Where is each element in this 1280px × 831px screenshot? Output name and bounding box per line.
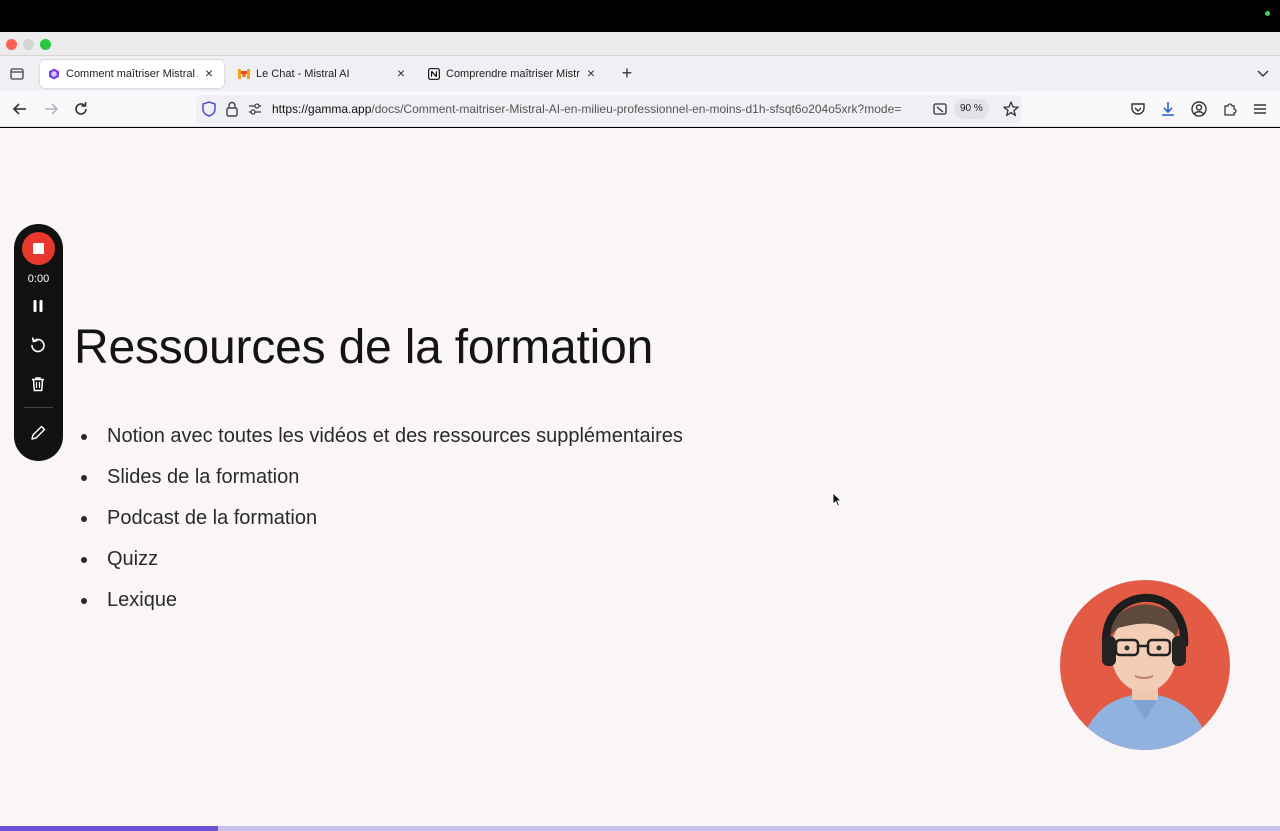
webcam-overlay <box>1060 580 1230 750</box>
tab-gamma[interactable]: Comment maîtriser Mistral AI en milieu p… <box>40 60 224 88</box>
close-tab-icon[interactable]: × <box>394 66 408 81</box>
reader-view-icon[interactable] <box>932 101 948 117</box>
window-titlebar <box>0 32 1280 56</box>
close-tab-icon[interactable]: × <box>584 66 598 81</box>
recording-timer: 0:00 <box>27 273 50 285</box>
trash-icon[interactable] <box>29 375 47 393</box>
slide-title: Ressources de la formation <box>74 321 654 374</box>
pause-icon[interactable] <box>29 297 47 315</box>
tab-notion[interactable]: Comprendre maîtriser Mistral AI × <box>420 60 606 88</box>
close-tab-icon[interactable]: × <box>202 66 216 81</box>
list-item: Lexique <box>80 585 683 626</box>
restart-icon[interactable] <box>29 335 47 353</box>
tab-label: Le Chat - Mistral AI <box>256 68 350 80</box>
tab-bar: Comment maîtriser Mistral AI en milieu p… <box>0 56 1280 91</box>
screen-top-bar <box>0 0 1280 32</box>
video-progress-bar[interactable] <box>0 826 1280 831</box>
account-icon[interactable] <box>1190 100 1208 118</box>
pocket-icon[interactable] <box>1129 100 1147 118</box>
tab-list-icon[interactable] <box>8 65 26 83</box>
gamma-icon <box>48 68 60 80</box>
mistral-icon <box>238 68 250 80</box>
minimize-window-button[interactable] <box>23 39 34 50</box>
notion-icon <box>428 68 440 80</box>
tab-label: Comment maîtriser Mistral AI en milieu p… <box>66 68 198 80</box>
url-bar[interactable]: https://gamma.app/docs/Comment-maitriser… <box>196 95 1022 123</box>
resource-list: Notion avec toutes les vidéos et des res… <box>80 421 683 626</box>
list-item: Podcast de la formation <box>80 503 683 544</box>
forward-arrow-icon[interactable] <box>42 100 60 118</box>
tab-le-chat[interactable]: Le Chat - Mistral AI × <box>230 60 416 88</box>
star-bookmark-icon[interactable] <box>1002 100 1020 118</box>
navigation-toolbar: https://gamma.app/docs/Comment-maitriser… <box>0 91 1280 127</box>
menu-icon[interactable] <box>1251 100 1269 118</box>
fullscreen-window-button[interactable] <box>40 39 51 50</box>
chevron-down-icon[interactable] <box>1256 66 1270 80</box>
extensions-icon[interactable] <box>1221 100 1239 118</box>
list-item: Quizz <box>80 544 683 585</box>
list-item: Slides de la formation <box>80 462 683 503</box>
video-progress-fill <box>0 826 218 831</box>
camera-indicator <box>1265 11 1270 16</box>
download-icon[interactable] <box>1159 100 1177 118</box>
new-tab-button[interactable]: + <box>618 64 636 83</box>
back-arrow-icon[interactable] <box>11 100 29 118</box>
shield-icon[interactable] <box>201 100 217 118</box>
tab-label: Comprendre maîtriser Mistral AI <box>446 68 580 80</box>
lock-icon[interactable] <box>224 100 240 118</box>
url-host: https://gamma.app <box>272 102 372 116</box>
zoom-level-button[interactable]: 90 % <box>954 99 989 119</box>
list-item: Notion avec toutes les vidéos et des res… <box>80 421 683 462</box>
stop-recording-button[interactable] <box>22 232 55 265</box>
mouse-cursor-icon <box>832 492 842 507</box>
close-window-button[interactable] <box>6 39 17 50</box>
pen-icon[interactable] <box>29 424 47 442</box>
reload-icon[interactable] <box>72 100 90 118</box>
url-text[interactable]: https://gamma.app/docs/Comment-maitriser… <box>272 102 924 116</box>
url-path: /docs/Comment-maitriser-Mistral-AI-en-mi… <box>371 102 902 116</box>
presenter-avatar <box>1080 593 1210 750</box>
permissions-icon[interactable] <box>247 101 263 117</box>
page-content: Ressources de la formation Notion avec t… <box>0 128 1280 831</box>
recording-toolbar: 0:00 <box>14 224 63 461</box>
toolbar-divider <box>24 407 53 408</box>
